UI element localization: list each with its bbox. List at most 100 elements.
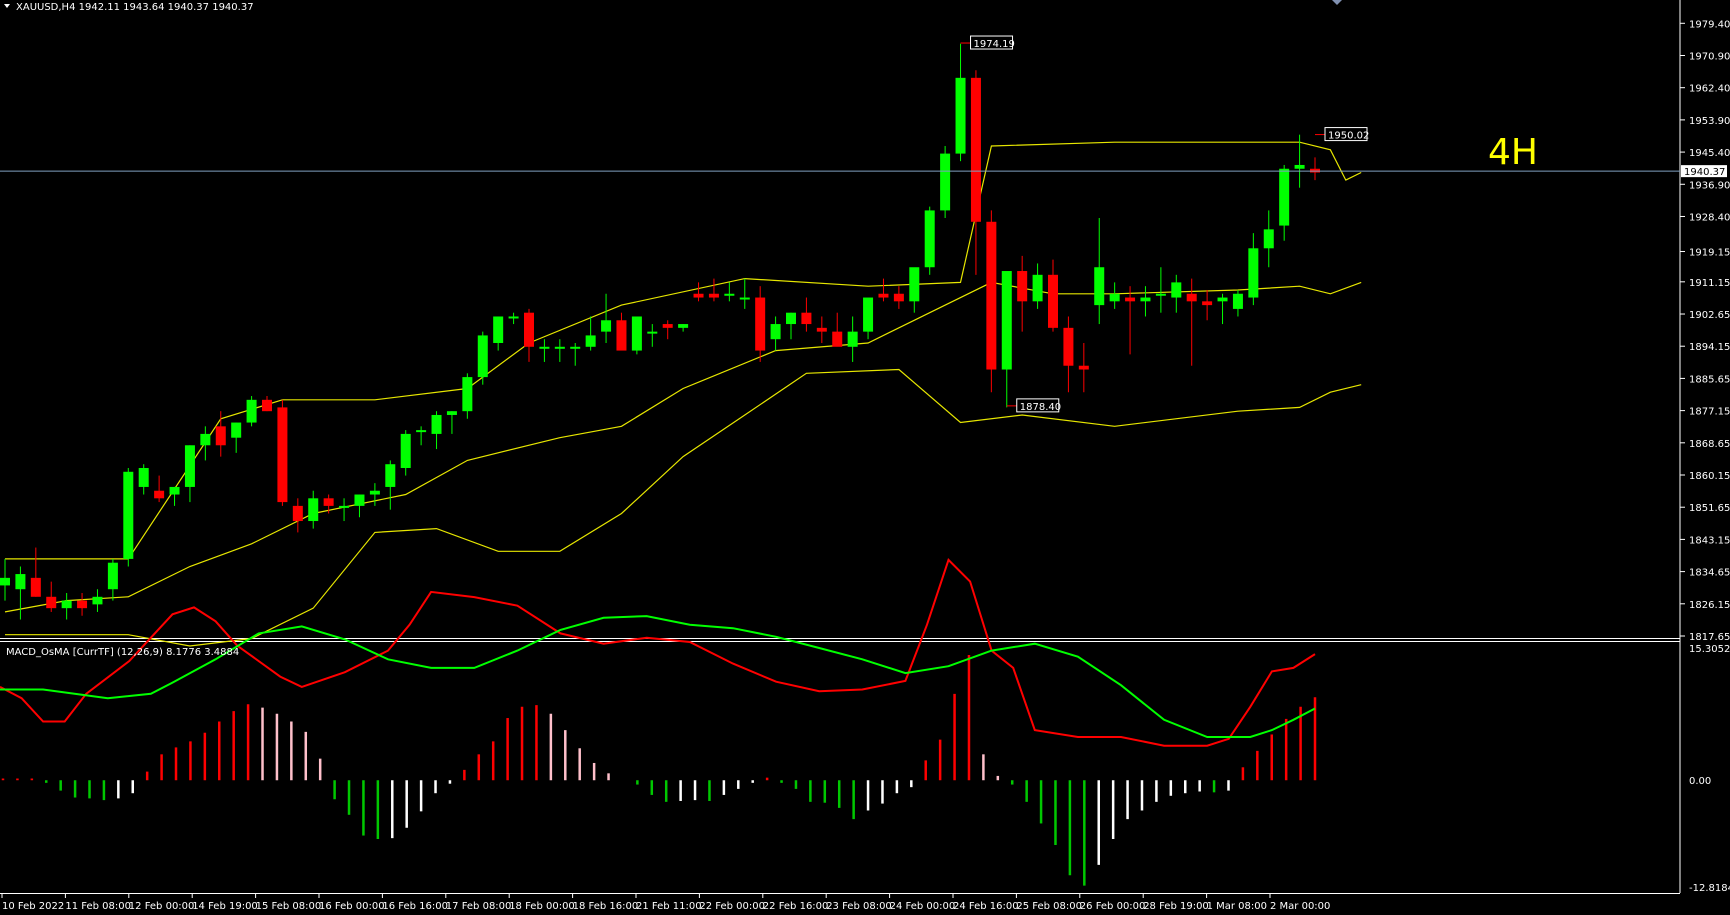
candle-body: [446, 411, 457, 415]
candle-body: [832, 331, 843, 347]
candle-body: [154, 490, 165, 499]
time-tick-label: 12 Feb 00:00: [129, 901, 195, 912]
macd-tick-label: 0.00: [1689, 776, 1711, 787]
candle-body: [61, 600, 72, 609]
time-tick-label: 25 Feb 08:00: [1016, 901, 1082, 912]
indicator-title: MACD_OsMA [CurrTF] (12,26,9) 8.1776 3.48…: [6, 647, 239, 658]
candle-body: [231, 422, 242, 438]
time-tick-label: 18 Feb 16:00: [573, 901, 639, 912]
time-tick-label: 1 Mar 08:00: [1207, 901, 1267, 912]
candle-body: [585, 335, 596, 347]
candle-body: [400, 433, 411, 469]
candle-body: [30, 577, 41, 597]
price-tick-label: 1877.15: [1689, 407, 1730, 418]
candle-body: [878, 293, 889, 298]
candle: [986, 210, 997, 393]
time-tick-label: 21 Feb 11:00: [636, 901, 702, 912]
candle: [123, 468, 134, 567]
candle-body: [1140, 297, 1151, 302]
time-tick-label: 10 Feb 2022: [2, 901, 64, 912]
candle-body: [1017, 271, 1028, 302]
candle-body: [1001, 271, 1012, 370]
timeframe-note: 4H: [1488, 132, 1538, 173]
candle-body: [1171, 282, 1182, 298]
candle-body: [1109, 293, 1120, 302]
price-tick-label: 1860.15: [1689, 471, 1730, 482]
candle-body: [1094, 267, 1105, 306]
annotation-label: 1878.40: [1020, 402, 1061, 413]
candle-body: [647, 331, 658, 334]
macd-tick-label: 15.3052: [1689, 644, 1730, 655]
price-tick-label: 1834.65: [1689, 568, 1730, 579]
candle-body: [986, 221, 997, 370]
candle-body: [508, 316, 519, 319]
price-tick-label: 1970.90: [1689, 51, 1730, 62]
price-tick-label: 1979.40: [1689, 19, 1730, 30]
time-tick-label: 24 Feb 16:00: [953, 901, 1019, 912]
candle-body: [539, 346, 550, 349]
candle-body: [816, 327, 827, 332]
candle: [477, 331, 488, 385]
candle-body: [1063, 327, 1074, 366]
candle-body: [678, 324, 689, 328]
candle-body: [847, 331, 858, 347]
candle-body: [724, 293, 735, 296]
candle: [277, 399, 288, 506]
candle-body: [909, 267, 920, 302]
candle-body: [1032, 274, 1043, 302]
candle-body: [215, 426, 226, 446]
candle-body: [1125, 297, 1136, 302]
candle-body: [601, 320, 612, 332]
candle-body: [92, 596, 103, 605]
candle-body: [786, 312, 796, 325]
candle-body: [662, 324, 673, 328]
price-chart-canvas[interactable]: 1974.19 1878.40 1950.02 1979.40 1970.90 1962…: [0, 0, 1730, 915]
candle-body: [1294, 164, 1305, 169]
candle-body: [416, 430, 427, 433]
candle-body: [1048, 274, 1058, 328]
time-tick-label: 22 Feb 00:00: [699, 901, 765, 912]
candle-body: [1186, 293, 1197, 302]
price-tick-label: 1936.90: [1689, 180, 1730, 191]
candle: [246, 396, 257, 427]
time-tick-label: 24 Feb 00:00: [890, 901, 956, 912]
candle-body: [1279, 168, 1290, 226]
candle-body: [15, 574, 26, 590]
candle-body: [893, 293, 904, 302]
candle-body: [184, 445, 195, 487]
candle-body: [262, 399, 272, 412]
candle: [924, 206, 935, 275]
macd-tick-label: -12.8184: [1689, 883, 1730, 894]
price-tick-label: 1919.15: [1689, 248, 1730, 259]
time-tick-label: 14 Feb 19:00: [192, 901, 258, 912]
candle-body: [169, 486, 180, 495]
candle-body: [200, 433, 211, 446]
time-tick-label: 2 Mar 00:00: [1270, 901, 1330, 912]
candle-body: [77, 600, 88, 609]
candle-body: [493, 316, 504, 343]
candle-body: [570, 346, 581, 349]
candle-body: [123, 471, 134, 559]
candle: [755, 286, 766, 362]
candle-body: [1232, 293, 1243, 309]
price-tick-label: 1928.40: [1689, 212, 1730, 223]
chart-background: [0, 0, 1730, 915]
candle-body: [1263, 229, 1274, 249]
candle-body: [863, 297, 874, 332]
price-tick-label: 1885.65: [1689, 374, 1730, 385]
candle-body: [138, 468, 149, 487]
candle-body: [308, 498, 319, 522]
candle-body: [354, 494, 365, 506]
time-tick-label: 16 Feb 16:00: [382, 901, 448, 912]
candle-body: [693, 293, 704, 298]
time-tick-label: 26 Feb 00:00: [1080, 901, 1146, 912]
time-tick-label: 23 Feb 08:00: [826, 901, 892, 912]
price-tick-label: 1894.15: [1689, 342, 1730, 353]
candle-body: [1217, 297, 1228, 302]
candle-body: [292, 505, 303, 522]
candle-body: [940, 153, 951, 211]
candle: [631, 316, 642, 355]
time-tick-label: 16 Feb 00:00: [319, 901, 385, 912]
price-tick-label: 1868.65: [1689, 439, 1730, 450]
candle-body: [739, 297, 750, 300]
